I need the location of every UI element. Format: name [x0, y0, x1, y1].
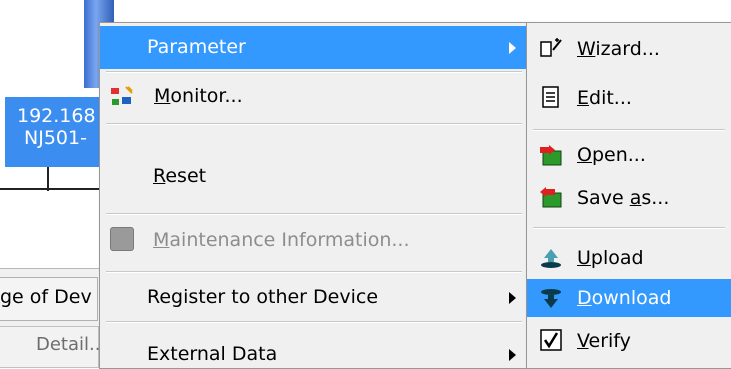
submenu-item-verify[interactable]: Verify [527, 319, 731, 363]
submenu-item-label: erify [588, 330, 631, 352]
save-as-icon [540, 187, 562, 208]
device-ip-text: 192.168 [17, 105, 96, 127]
submenu-item-edit[interactable]: Edit... [527, 75, 731, 121]
menu-separator [106, 271, 522, 273]
usage-of-device-tab[interactable]: ge of Dev [0, 277, 98, 321]
menu-item-external-data[interactable]: External Data [100, 325, 526, 367]
menu-item-monitor[interactable]: Monitor... [100, 75, 526, 118]
menu-item-register-to-other-device[interactable]: Register to other Device [100, 275, 526, 317]
menu-item-label: Register to other Device [147, 286, 379, 308]
menu-separator [106, 71, 522, 73]
submenu-item-label: izard... [595, 38, 660, 60]
menu-item-label: onitor... [170, 85, 243, 107]
accelerator-key: V [577, 330, 589, 352]
submenu-arrow-icon [509, 349, 516, 361]
detail-button-label: Detail... [36, 334, 107, 355]
submenu-arrow-icon [509, 292, 516, 304]
submenu-separator [533, 227, 725, 229]
monitor-icon [111, 86, 133, 105]
maintenance-icon [110, 227, 134, 251]
edit-icon [542, 86, 559, 108]
submenu-item-download[interactable]: Download [527, 279, 731, 317]
menu-separator [106, 213, 522, 215]
accelerator-key: E [577, 87, 590, 109]
menu-separator [106, 123, 522, 125]
network-bus [0, 188, 100, 190]
menu-item-label: External Data [147, 343, 278, 365]
upload-icon [541, 249, 561, 268]
submenu-arrow-icon [509, 42, 516, 54]
accelerator-key: R [153, 165, 166, 187]
menu-item-label: eset [165, 165, 207, 187]
accelerator-key: O [577, 144, 592, 166]
wizard-icon [540, 38, 562, 57]
submenu-item-upload[interactable]: Upload [527, 237, 731, 279]
submenu-item-save-as[interactable]: Save as... [527, 177, 731, 219]
accelerator-key: a [629, 187, 642, 209]
open-icon [540, 145, 562, 166]
usage-of-device-tab-label: ge of Dev [0, 286, 92, 308]
submenu-item-label: pload [590, 247, 644, 269]
parameter-submenu: Wizard... Edit... Open... Save as... Upl… [526, 22, 731, 369]
menu-item-reset[interactable]: Reset [100, 127, 526, 217]
submenu-item-open[interactable]: Open... [527, 133, 731, 177]
device-node-label[interactable]: 192.168 NJ501- [5, 97, 101, 167]
submenu-item-label: s... [641, 187, 670, 209]
download-icon [541, 289, 561, 308]
submenu-separator [533, 129, 725, 131]
menu-item-label: aintenance Information... [169, 229, 410, 251]
accelerator-key: D [577, 287, 592, 309]
menu-separator [106, 321, 522, 323]
menu-item-label: Parameter [147, 36, 246, 58]
accelerator-key: U [577, 247, 591, 269]
detail-button[interactable]: Detail... [0, 326, 106, 368]
verify-icon [540, 329, 562, 351]
menu-item-maintenance-information[interactable]: Maintenance Information... [100, 217, 526, 263]
accelerator-key: W [577, 38, 596, 60]
accelerator-key: M [153, 229, 170, 251]
submenu-item-label-prefix: Save [577, 187, 630, 209]
submenu-item-label: dit... [589, 87, 632, 109]
menu-item-parameter[interactable]: Parameter [100, 26, 526, 69]
context-menu: Parameter Monitor... Reset Maintenance I… [99, 22, 529, 369]
submenu-item-wizard[interactable]: Wizard... [527, 26, 731, 72]
device-model-text: NJ501- [24, 127, 87, 149]
submenu-item-label: ownload [591, 287, 672, 309]
accelerator-key: M [154, 85, 171, 107]
submenu-item-label: pen... [591, 144, 646, 166]
